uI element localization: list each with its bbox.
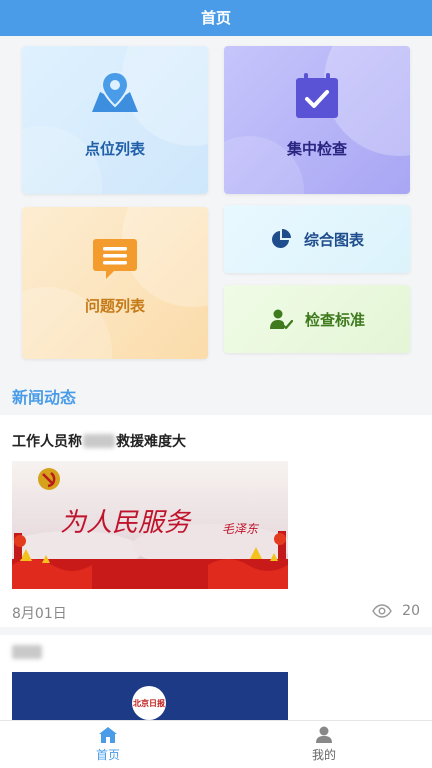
news-image-calligraphy: 为人民服务 xyxy=(60,508,192,538)
point-list-label: 点位列表 xyxy=(84,140,145,158)
person-check-icon xyxy=(269,309,293,330)
point-list-card[interactable]: 点位列表 xyxy=(22,46,208,194)
news-section-title: 新闻动态 xyxy=(12,388,77,407)
eye-icon xyxy=(372,604,392,618)
news-title-prefix: 工作人员称 xyxy=(12,434,82,450)
tab-home-label: 首页 xyxy=(95,747,120,762)
focus-check-label: 集中检查 xyxy=(286,140,347,158)
news-item-date: 8月01日 xyxy=(12,606,67,622)
charts-label: 综合图表 xyxy=(303,230,364,249)
newspaper-logo: 北京日报 xyxy=(132,686,166,720)
news-divider xyxy=(0,627,432,635)
news-title-suffix: 救援难度大 xyxy=(116,434,186,450)
map-pin-icon xyxy=(92,70,138,112)
page-title: 首页 xyxy=(0,0,432,36)
bottom-tabbar: 首页 我的 xyxy=(0,720,432,768)
tab-mine-label: 我的 xyxy=(311,748,336,762)
home-icon xyxy=(99,726,117,743)
news-item-image[interactable]: 北京日报 xyxy=(12,672,288,720)
news-item-view-count: 20 xyxy=(402,603,420,619)
news-image-signature: 毛泽东 xyxy=(222,522,260,536)
focus-check-card[interactable]: 集中检查 xyxy=(224,46,410,194)
chat-list-icon xyxy=(93,239,137,279)
issue-list-card[interactable]: 问题列表 xyxy=(22,207,208,359)
pie-chart-icon xyxy=(272,229,291,248)
news-item-title[interactable]: 工作人员称 救援难度大 xyxy=(12,431,186,451)
news-item-views: 20 xyxy=(372,603,420,619)
charts-card[interactable]: 综合图表 xyxy=(224,205,410,273)
redacted-text xyxy=(83,434,115,448)
redacted-news-title[interactable] xyxy=(12,645,42,659)
user-icon xyxy=(316,726,332,743)
news-list: 工作人员称 救援难度大 为人民服务 毛泽东 8月01日 20 北京日报 xyxy=(0,415,432,720)
news-item-image[interactable]: 为人民服务 毛泽东 xyxy=(12,461,288,589)
tab-home[interactable]: 首页 xyxy=(0,721,216,768)
calendar-check-icon xyxy=(296,73,338,118)
standards-card[interactable]: 检查标准 xyxy=(224,285,410,353)
tab-mine[interactable]: 我的 xyxy=(216,721,432,768)
standards-label: 检查标准 xyxy=(304,310,365,329)
issue-list-label: 问题列表 xyxy=(84,297,145,315)
news-item-meta: 8月01日 20 xyxy=(12,603,420,623)
